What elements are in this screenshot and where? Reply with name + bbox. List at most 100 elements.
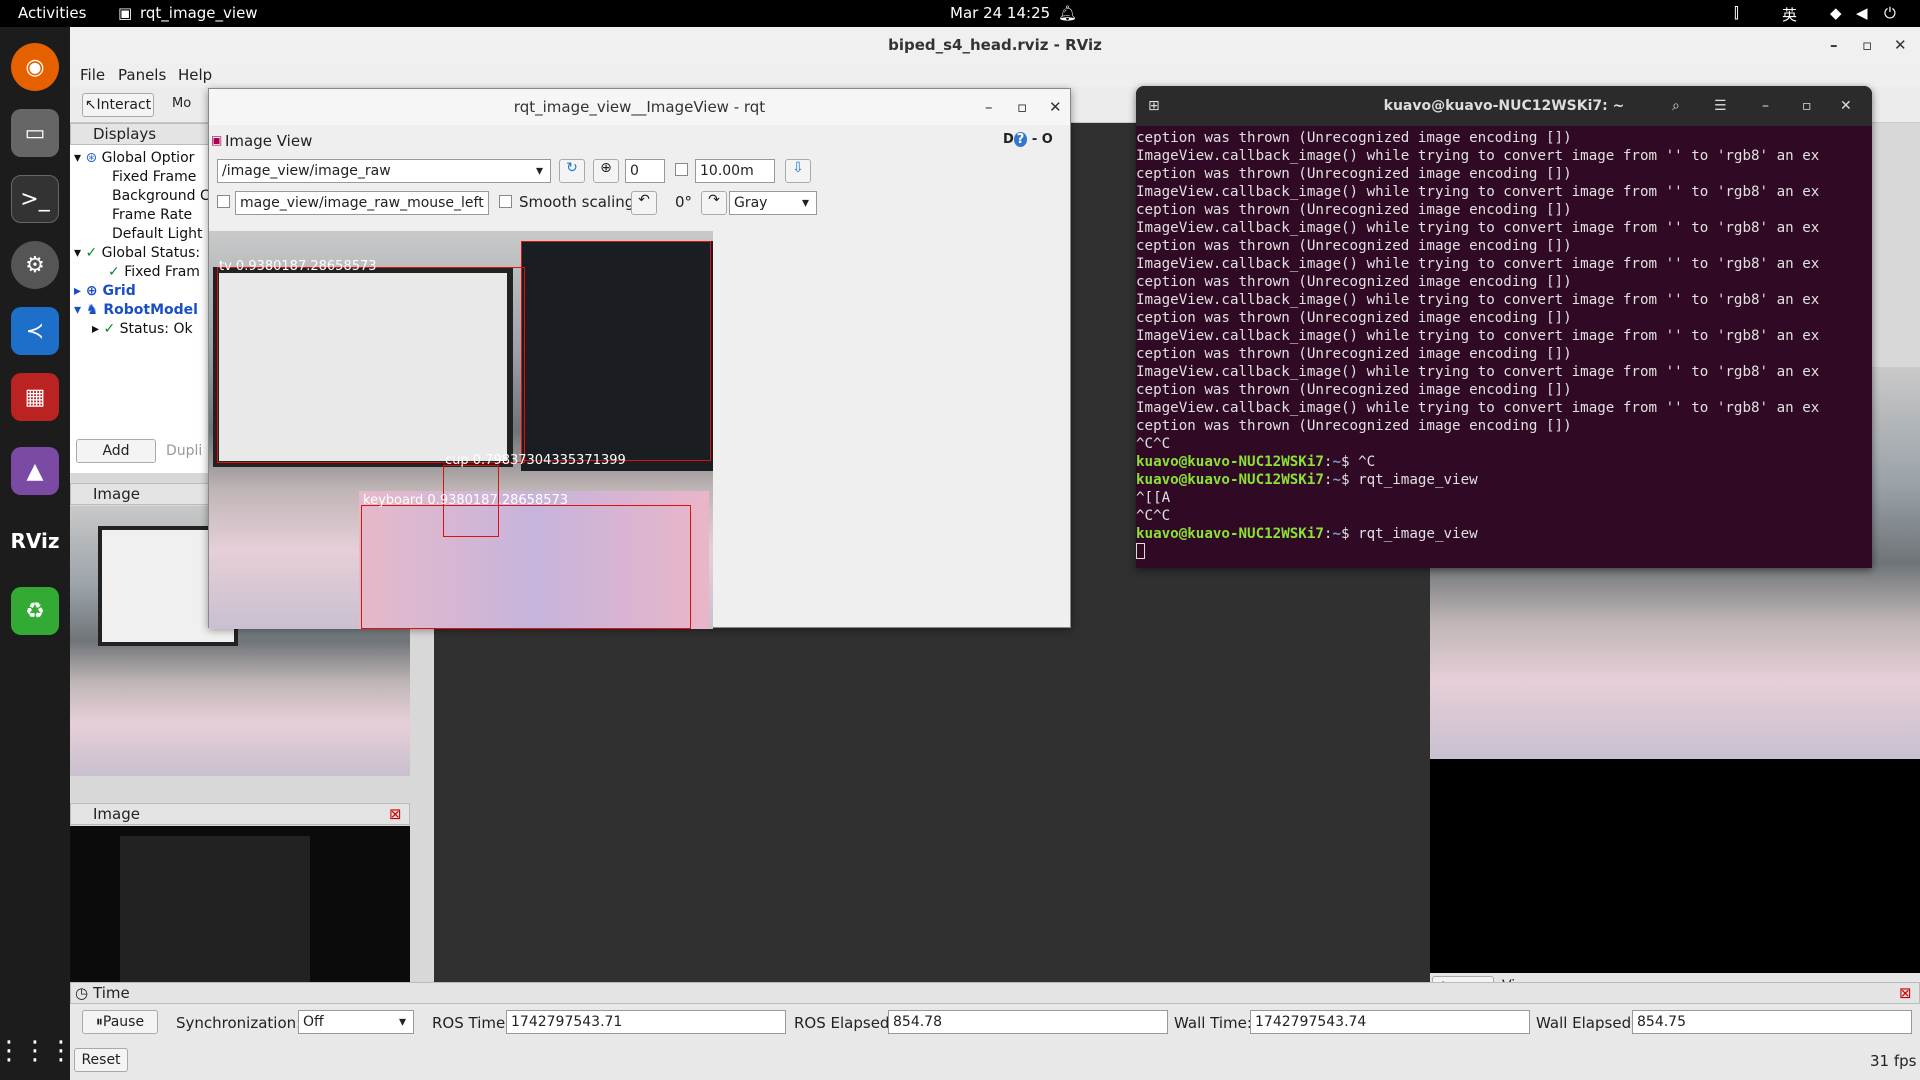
frame-spinbox[interactable]: 0: [625, 159, 665, 183]
rotate-right-icon[interactable]: ↷: [701, 191, 727, 215]
search-icon[interactable]: ⌕: [1672, 86, 1680, 126]
tree-item-default-light[interactable]: Default Light: [74, 225, 214, 244]
tree-item-fixed-frame[interactable]: Fixed Frame: [74, 168, 214, 187]
chevron-down-icon: ▾: [536, 163, 544, 179]
bell-icon[interactable]: 🔔︎: [1058, 4, 1077, 22]
settings-gear-icon[interactable]: ⚙: [11, 241, 59, 289]
wall-elapsed-label: Wall Elapsed:: [1536, 1014, 1637, 1032]
new-tab-icon[interactable]: ⊞: [1148, 86, 1160, 126]
refresh-icon[interactable]: ↻: [559, 159, 585, 183]
plugin-icon: ▣: [211, 133, 223, 147]
window-title: kuavo@kuavo-NUC12WSKi7: ~: [1383, 98, 1625, 114]
terminal-line: ImageView.callback_image() while trying …: [1136, 184, 1820, 200]
check-icon: ✓: [103, 321, 116, 337]
sync-select[interactable]: Off ▾: [298, 1010, 414, 1034]
volume-icon[interactable]: ◀: [1856, 4, 1868, 22]
tree-item-global-options[interactable]: ▾ ⊛ Global Optior: [74, 149, 214, 168]
terminal-line: ImageView.callback_image() while trying …: [1136, 400, 1820, 416]
topic-select[interactable]: /image_view/image_raw ▾: [217, 159, 551, 183]
close-icon[interactable]: ✕: [1894, 27, 1907, 63]
rviz-title-bar[interactable]: biped_s4_head.rviz - RViz – ▫ ✕: [70, 27, 1920, 63]
vscode-icon[interactable]: ≺: [11, 307, 59, 355]
close-icon[interactable]: ✕: [1049, 89, 1062, 125]
app-window-icon: ▣: [118, 4, 133, 22]
mouse-topic-input[interactable]: mage_view/image_raw_mouse_left: [235, 191, 489, 215]
command-text: $ rqt_image_view: [1341, 526, 1478, 542]
wall-time-field[interactable]: 1742797543.74: [1250, 1010, 1530, 1034]
wifi-icon[interactable]: ◆: [1830, 4, 1842, 22]
mouse-publish-checkbox[interactable]: [217, 195, 230, 208]
tree-item-grid[interactable]: ▸ ⊕ Grid: [74, 282, 214, 301]
timeout-spinbox[interactable]: 10.00m: [695, 159, 775, 183]
camera-image[interactable]: tv 0.9380187.28658573 cup 0.798373043353…: [209, 231, 713, 629]
rqt-image-view-window: rqt_image_view__ImageView - rqt – ▫ ✕ ▣ …: [208, 88, 1071, 629]
power-icon[interactable]: ⏻: [1884, 4, 1896, 22]
terminal-line: ception was thrown (Unrecognized image e…: [1136, 346, 1572, 362]
tree-item-global-status[interactable]: ▾ ✓ Global Status:: [74, 244, 214, 263]
terminal-line: ImageView.callback_image() while trying …: [1136, 148, 1820, 164]
smooth-scaling-checkbox[interactable]: [499, 195, 512, 208]
terminal-title-bar[interactable]: ⊞ kuavo@kuavo-NUC12WSKi7: ~ ⌕ ☰ – ▫ ✕: [1136, 86, 1872, 126]
app-grid-icon[interactable]: ⋮⋮⋮: [0, 1027, 74, 1075]
bbox-cup-label: cup 0.79837304335371399: [445, 453, 626, 468]
trash-icon[interactable]: ♻: [11, 587, 59, 635]
network-monitor-icon[interactable]: ⫿: [1734, 4, 1739, 22]
hamburger-menu-icon[interactable]: ☰: [1714, 86, 1727, 126]
pause-button[interactable]: ⏸Pause: [82, 1010, 158, 1034]
bbox-tv-label: tv 0.9380187.28658573: [219, 259, 377, 274]
firefox-icon[interactable]: ◉: [11, 43, 59, 91]
clock[interactable]: Mar 24 14:25: [950, 4, 1050, 22]
panel-close-icon[interactable]: ⊠: [1899, 983, 1912, 1004]
color-scheme-select[interactable]: Gray ▾: [729, 191, 817, 215]
terminal-line: ception was thrown (Unrecognized image e…: [1136, 202, 1572, 218]
ros-time-field[interactable]: 1742797543.71: [506, 1010, 786, 1034]
terminal-line: ImageView.callback_image() while trying …: [1136, 256, 1820, 272]
tree-item-robotmodel[interactable]: ▾ ♞ RobotModel: [74, 301, 214, 320]
add-display-button[interactable]: Add: [76, 439, 156, 463]
input-method-indicator[interactable]: 英: [1782, 4, 1797, 25]
dock-help-icons[interactable]: D? - O: [1003, 132, 1053, 147]
ros-elapsed-field[interactable]: 854.78: [888, 1010, 1168, 1034]
close-icon[interactable]: ✕: [1840, 86, 1852, 126]
minimize-icon[interactable]: –: [1830, 27, 1838, 63]
tree-item-frame-rate[interactable]: Frame Rate: [74, 206, 214, 225]
rotate-left-icon[interactable]: ↶: [631, 191, 657, 215]
terminal-icon[interactable]: >_: [11, 175, 59, 223]
reset-button[interactable]: Reset: [74, 1048, 128, 1072]
menu-file[interactable]: File: [80, 66, 105, 84]
menu-panels[interactable]: Panels: [118, 66, 166, 84]
terminal-output[interactable]: ception was thrown (Unrecognized image e…: [1136, 126, 1872, 568]
time-panel: ◷ Time ⊠ ⏸Pause Synchronization: Off ▾ ROS …: [70, 982, 1920, 1080]
menu-help[interactable]: Help: [178, 66, 212, 84]
wall-elapsed-field[interactable]: 854.75: [1632, 1010, 1912, 1034]
terminal-line: kuavo@kuavo-NUC12WSKi7:~$ ^C: [1136, 453, 1872, 471]
maximize-icon[interactable]: ▫: [1862, 27, 1872, 63]
image-panel-2-header[interactable]: Image ⊠: [70, 803, 410, 825]
duplicate-display-button[interactable]: Dupli: [166, 443, 202, 459]
terminal-line: ception was thrown (Unrecognized image e…: [1136, 238, 1572, 254]
zoom-icon[interactable]: ⊕: [593, 159, 619, 183]
active-app-label[interactable]: rqt_image_view: [140, 4, 258, 22]
tree-item-status-ok[interactable]: ▸ ✓ Status: Ok: [74, 320, 214, 339]
terminal-line: ception was thrown (Unrecognized image e…: [1136, 130, 1572, 146]
minimize-icon[interactable]: –: [1762, 86, 1769, 126]
prompt-user-host: kuavo@kuavo-NUC12WSKi7: [1136, 472, 1324, 488]
minimize-icon[interactable]: –: [985, 89, 993, 125]
interact-button[interactable]: ↖Interact: [82, 93, 154, 117]
move-camera-button[interactable]: Mo: [172, 96, 191, 111]
maximize-icon[interactable]: ▫: [1017, 89, 1027, 125]
pause-icon: ⏸: [95, 1014, 103, 1030]
rqt-title-bar[interactable]: rqt_image_view__ImageView - rqt – ▫ ✕: [209, 89, 1070, 125]
image-viewer-icon[interactable]: ▲: [11, 447, 59, 495]
rviz-icon[interactable]: RViz: [10, 517, 59, 565]
panel-close-icon[interactable]: ⊠: [389, 804, 402, 825]
maximize-icon[interactable]: ▫: [1802, 86, 1812, 126]
tree-item-fixed-frame-status[interactable]: ✓ Fixed Fram: [74, 263, 214, 282]
files-icon[interactable]: ▭: [11, 109, 59, 157]
activities-button[interactable]: Activities: [18, 4, 86, 22]
tree-item-background[interactable]: Background C: [74, 187, 214, 206]
timeout-checkbox[interactable]: [675, 163, 688, 176]
terminator-icon[interactable]: ▦: [11, 373, 59, 421]
globe-icon: ⊛: [85, 150, 98, 166]
save-image-icon[interactable]: ⇩: [785, 159, 811, 183]
